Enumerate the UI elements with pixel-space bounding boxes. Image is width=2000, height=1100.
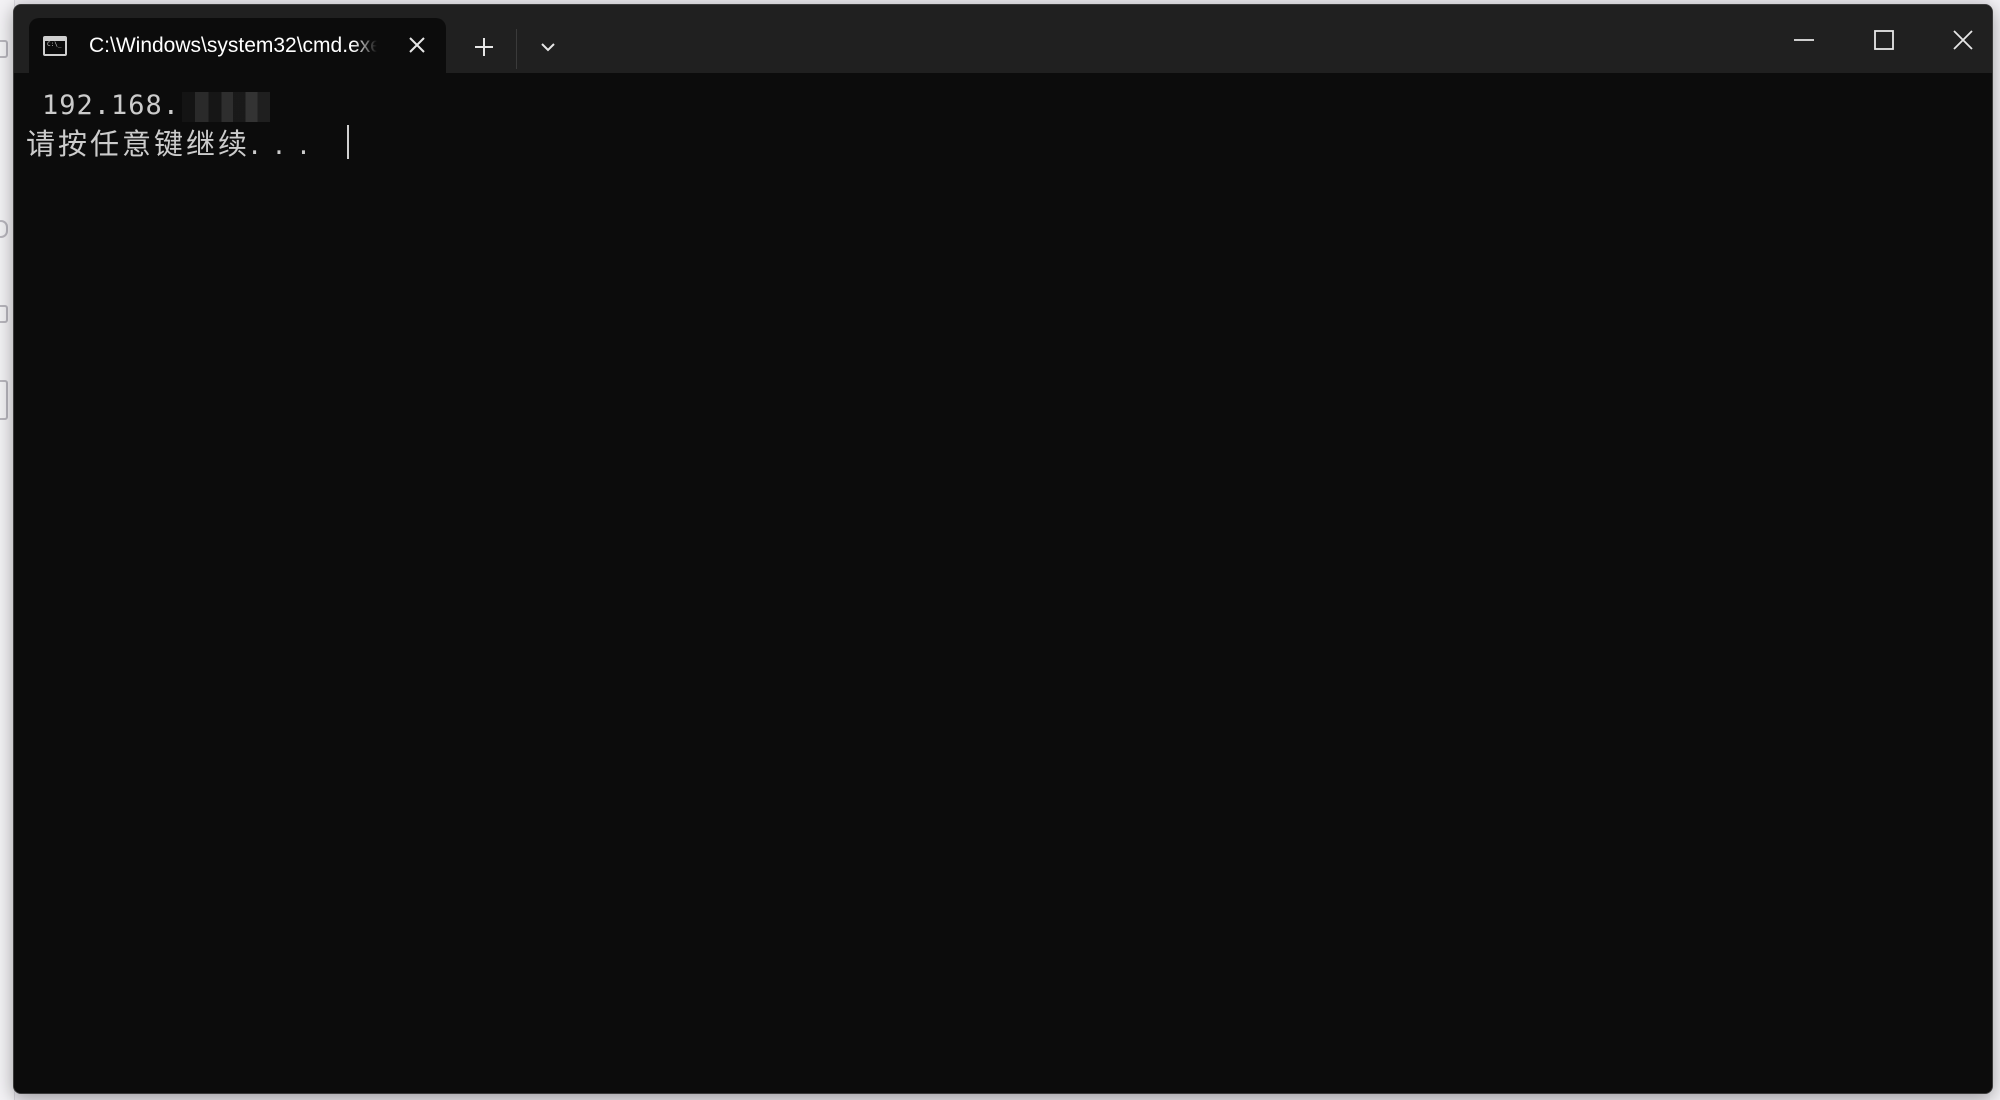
close-window-button[interactable] xyxy=(1928,13,1992,67)
text-cursor xyxy=(347,125,349,159)
ip-address-line: 192.168. xyxy=(42,90,271,122)
minimize-button[interactable] xyxy=(1769,13,1839,67)
tab-cmd[interactable]: C:\Windows\system32\cmd.exe xyxy=(29,18,446,73)
terminal-window: C:\Windows\system32\cmd.exe xyxy=(13,4,1993,1094)
background-icon xyxy=(0,380,8,420)
chevron-down-icon xyxy=(541,43,555,52)
plus-icon xyxy=(475,38,493,56)
close-tab-button[interactable] xyxy=(402,30,432,60)
cmd-icon xyxy=(43,35,67,56)
maximize-icon xyxy=(1874,30,1894,50)
profile-dropdown-button[interactable] xyxy=(528,27,568,67)
title-bar[interactable]: C:\Windows\system32\cmd.exe xyxy=(14,5,1992,73)
press-any-key-prompt: 请按任意键继续. . . xyxy=(26,127,312,161)
window-close-icon xyxy=(1953,30,1973,50)
ip-address-text: 192.168. xyxy=(42,90,181,121)
minimize-icon xyxy=(1794,39,1814,41)
tab-title: C:\Windows\system32\cmd.exe xyxy=(89,33,377,57)
maximize-button[interactable] xyxy=(1849,13,1919,67)
new-tab-button[interactable] xyxy=(464,27,504,67)
terminal-output[interactable]: 192.168. 请按任意键继续. . . xyxy=(14,73,1992,1093)
redacted-region xyxy=(182,91,271,122)
background-icon xyxy=(0,305,8,323)
title-bar-divider xyxy=(516,29,517,69)
close-icon xyxy=(409,37,425,53)
background-icon xyxy=(0,220,8,238)
background-icon xyxy=(0,40,8,58)
